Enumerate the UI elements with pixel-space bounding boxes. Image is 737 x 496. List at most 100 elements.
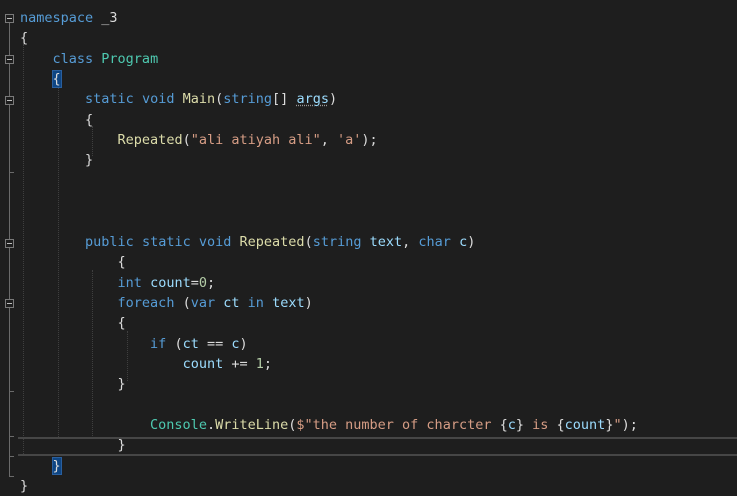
code-token: 0 — [198, 274, 207, 291]
code-token: in — [247, 294, 264, 311]
code-token: = — [190, 274, 199, 291]
code-token: } — [515, 417, 525, 433]
code-token: args — [296, 91, 329, 108]
code-token: _3 — [93, 10, 118, 26]
code-token: WriteLine — [215, 417, 289, 433]
code-token: Console — [150, 417, 207, 433]
fold-collapse-icon[interactable] — [5, 55, 14, 64]
code-line[interactable]: { — [20, 110, 93, 130]
code-token: 'a' — [337, 132, 362, 149]
code-token: c — [507, 417, 516, 433]
code-token: Repeated — [239, 233, 305, 250]
code-line[interactable]: class Program — [20, 49, 159, 69]
code-token: "ali atiyah ali" — [190, 132, 321, 149]
code-token: } — [20, 478, 29, 495]
code-token: [] — [272, 91, 297, 108]
code-line[interactable]: { — [20, 252, 126, 272]
code-line[interactable]: } — [20, 435, 126, 455]
code-token: , — [402, 233, 419, 250]
code-token: } — [20, 437, 126, 454]
code-token: { — [20, 315, 126, 332]
code-token: , — [320, 132, 338, 149]
fold-collapse-icon[interactable] — [5, 96, 14, 105]
code-token: Program — [101, 50, 159, 67]
code-token: char — [418, 233, 451, 250]
code-token: ( — [304, 233, 313, 250]
code-token: == — [198, 335, 232, 352]
code-line[interactable]: { — [20, 313, 126, 333]
code-token: count — [564, 417, 606, 433]
fold-region-line — [9, 308, 10, 476]
code-token: $"the number of charcter — [296, 417, 500, 433]
fold-collapse-icon[interactable] — [5, 239, 14, 248]
fold-region-line — [9, 248, 10, 299]
code-token: ) — [239, 335, 248, 352]
fold-region-end — [9, 456, 14, 457]
code-line[interactable]: } — [20, 456, 62, 476]
code-token: ; — [263, 355, 272, 372]
code-token: if — [150, 335, 167, 352]
code-line[interactable]: namespace _3 — [20, 8, 118, 28]
code-token: ) — [304, 294, 313, 311]
fold-collapse-icon[interactable] — [5, 299, 14, 308]
code-token: ) — [467, 233, 476, 250]
matching-brace: } — [51, 456, 62, 475]
code-line[interactable]: { — [20, 69, 62, 89]
code-token: class — [52, 50, 94, 67]
code-token: { — [556, 417, 565, 433]
code-line[interactable]: foreach (var ct in text) — [20, 293, 313, 313]
code-token: namespace — [20, 10, 94, 26]
code-token: c — [231, 335, 240, 352]
code-token: Main — [182, 91, 216, 108]
code-token: void — [141, 91, 175, 108]
code-line[interactable]: static void Main(string[] args) — [20, 89, 337, 109]
code-line[interactable]: } — [20, 476, 28, 496]
code-line[interactable]: Repeated("ali atiyah ali", 'a'); — [20, 130, 378, 150]
code-token: += — [223, 355, 256, 372]
code-line[interactable]: Console.WriteLine($"the number of charct… — [20, 415, 638, 435]
code-line[interactable]: } — [20, 374, 126, 394]
code-token: count — [182, 355, 224, 372]
code-token: static — [85, 91, 134, 108]
code-token: ( — [182, 132, 191, 149]
code-line[interactable]: if (ct == c) — [20, 334, 248, 354]
code-line[interactable]: count += 1; — [20, 354, 272, 374]
current-line-highlight — [18, 437, 737, 456]
code-line[interactable]: public static void Repeated(string text,… — [20, 232, 475, 252]
code-token: ) — [328, 91, 338, 108]
code-token: { — [499, 417, 508, 433]
code-token: c — [459, 233, 468, 250]
code-token: ct — [182, 335, 199, 352]
fold-region-end — [9, 391, 14, 392]
code-token: { — [20, 111, 94, 128]
code-token: text — [369, 233, 403, 250]
fold-region-line — [9, 64, 10, 96]
fold-region-end — [9, 476, 14, 477]
code-token: ); — [361, 132, 378, 149]
code-line[interactable]: } — [20, 150, 93, 170]
code-token: ct — [223, 294, 240, 311]
fold-region-line — [9, 23, 10, 55]
code-editor[interactable]: namespace _3 { class Program { static voi… — [0, 0, 737, 494]
code-token: foreach — [117, 294, 175, 311]
code-line[interactable]: int count=0; — [20, 273, 216, 293]
fold-collapse-icon[interactable] — [5, 14, 14, 23]
code-line[interactable]: { — [20, 28, 28, 48]
code-token: count — [150, 274, 191, 291]
code-token: text — [272, 294, 305, 311]
code-token: int — [117, 274, 142, 291]
